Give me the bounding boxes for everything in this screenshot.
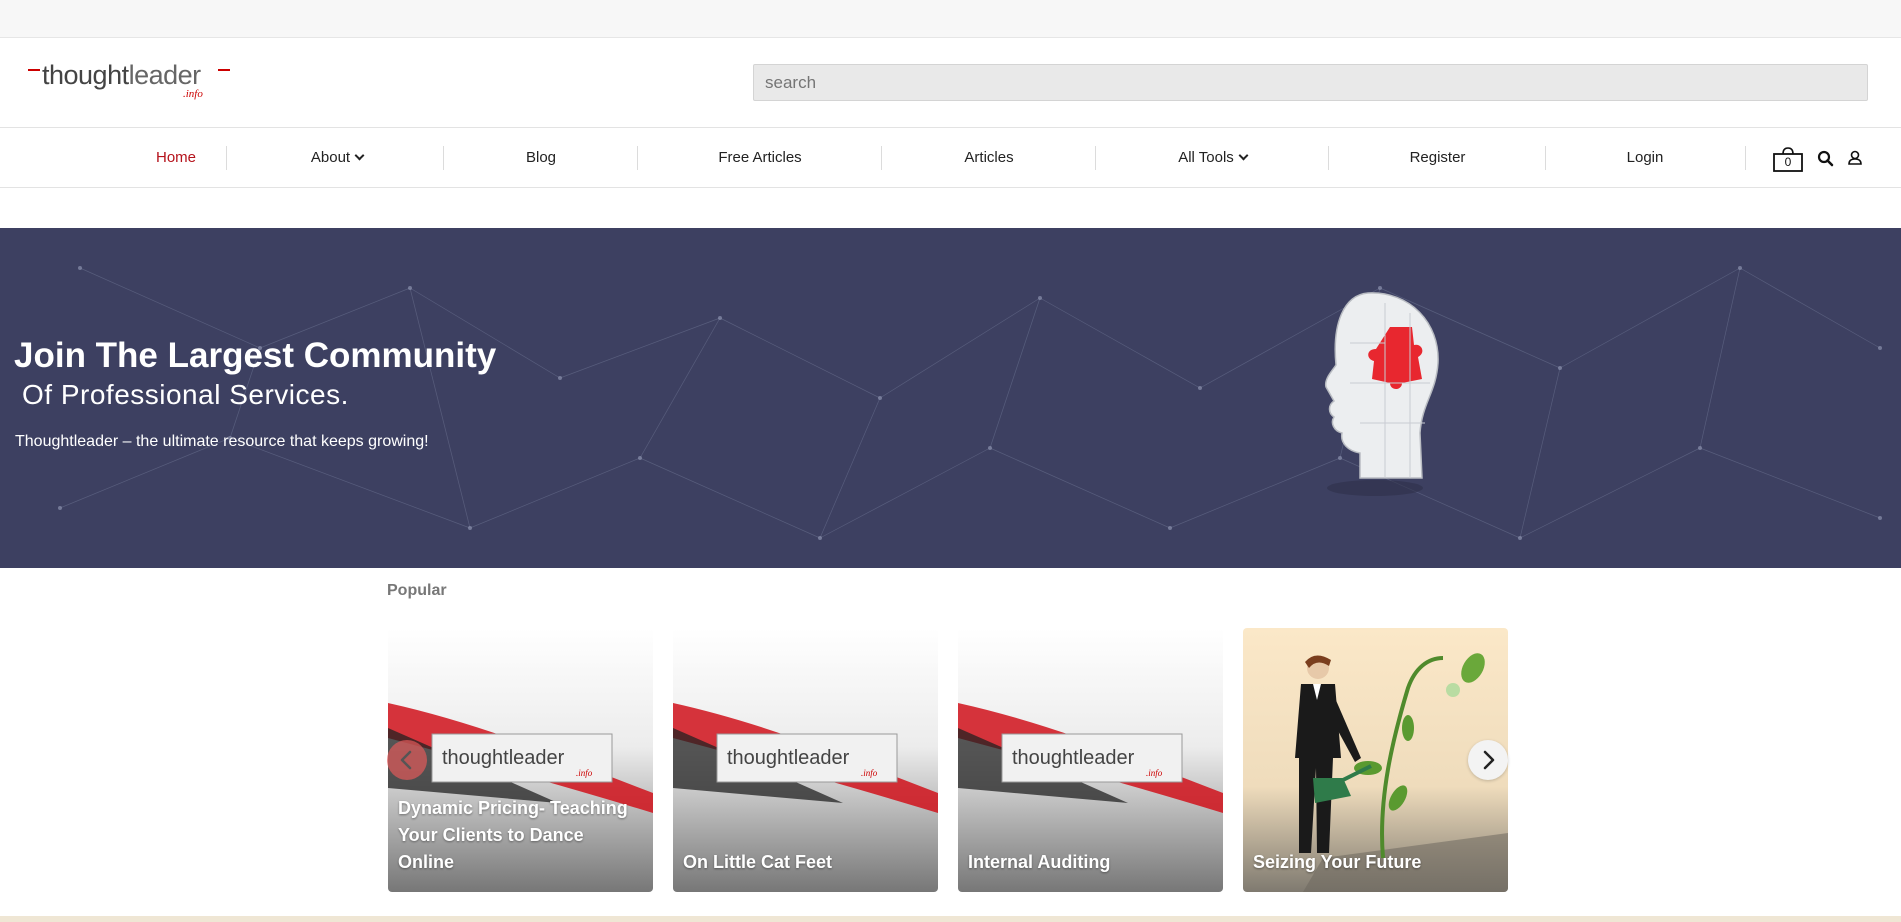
search-input[interactable] xyxy=(753,64,1868,101)
logo-dash-left xyxy=(28,69,40,73)
chevron-right-icon xyxy=(1483,750,1495,770)
nav-divider xyxy=(1745,146,1746,170)
card-title: Dynamic Pricing- Teaching Your Clients t… xyxy=(398,798,628,872)
puzzle-head-illustration xyxy=(1324,292,1439,496)
carousel-prev-button[interactable] xyxy=(387,740,427,780)
nav-free-articles[interactable]: Free Articles xyxy=(680,128,840,187)
svg-text:.info: .info xyxy=(861,768,878,778)
hero-banner: Join The Largest Community Of Profession… xyxy=(0,228,1901,568)
svg-text:thoughtleader: thoughtleader xyxy=(442,747,565,769)
popular-heading: Popular xyxy=(387,582,447,599)
popular-card[interactable]: thoughtleader .info On Little Cat Feet xyxy=(673,628,938,892)
card-title: Internal Auditing xyxy=(968,852,1111,872)
popular-card[interactable]: thoughtleader .info Internal Auditing xyxy=(958,628,1223,892)
carousel-next-button[interactable] xyxy=(1468,740,1508,780)
top-strip xyxy=(0,0,1901,38)
nav-articles[interactable]: Articles xyxy=(919,128,1059,187)
logo-dash-right xyxy=(218,69,230,73)
popular-card[interactable]: thoughtleader .info Dynamic Pricing- Tea… xyxy=(388,628,653,892)
nav-all-tools[interactable]: All Tools xyxy=(1130,128,1295,187)
nav-about[interactable]: About xyxy=(260,128,414,187)
nav-divider xyxy=(637,146,638,170)
main-nav: Home About Blog Free Articles Articles A… xyxy=(0,128,1901,188)
site-logo[interactable]: thoughtleader .info xyxy=(28,60,230,104)
site-header: thoughtleader .info xyxy=(0,38,1901,128)
cart-count: 0 xyxy=(1784,155,1792,169)
nav-divider xyxy=(1095,146,1096,170)
cart-button[interactable]: 0 xyxy=(1772,146,1804,172)
nav-divider xyxy=(226,146,227,170)
nav-divider xyxy=(1545,146,1546,170)
logo-text: thoughtleader xyxy=(42,60,201,90)
footer-strip xyxy=(0,916,1901,922)
svg-text:thoughtleader: thoughtleader xyxy=(1012,747,1135,769)
nav-register[interactable]: Register xyxy=(1360,128,1515,187)
svg-text:.info: .info xyxy=(1146,768,1163,778)
user-icon xyxy=(1848,150,1862,165)
nav-home[interactable]: Home xyxy=(98,128,254,187)
search-button[interactable] xyxy=(1816,146,1836,170)
card-title: Seizing Your Future xyxy=(1253,852,1422,872)
logo-sub: .info xyxy=(183,88,203,100)
nav-divider xyxy=(881,146,882,170)
svg-text:.info: .info xyxy=(576,768,593,778)
nav-blog[interactable]: Blog xyxy=(475,128,607,187)
hero-tagline: Thoughtleader – the ultimate resource th… xyxy=(15,433,429,450)
chevron-down-icon xyxy=(1238,150,1249,161)
search-icon xyxy=(1817,150,1834,167)
nav-divider xyxy=(1328,146,1329,170)
nav-login[interactable]: Login xyxy=(1575,128,1715,187)
chevron-down-icon xyxy=(354,150,365,161)
hero-subtitle: Of Professional Services. xyxy=(22,379,349,410)
account-button[interactable] xyxy=(1845,146,1865,170)
svg-text:thoughtleader: thoughtleader xyxy=(727,747,850,769)
card-title: On Little Cat Feet xyxy=(683,852,833,872)
hero-title: Join The Largest Community xyxy=(14,336,497,375)
chevron-left-icon xyxy=(400,750,412,770)
nav-divider xyxy=(443,146,444,170)
